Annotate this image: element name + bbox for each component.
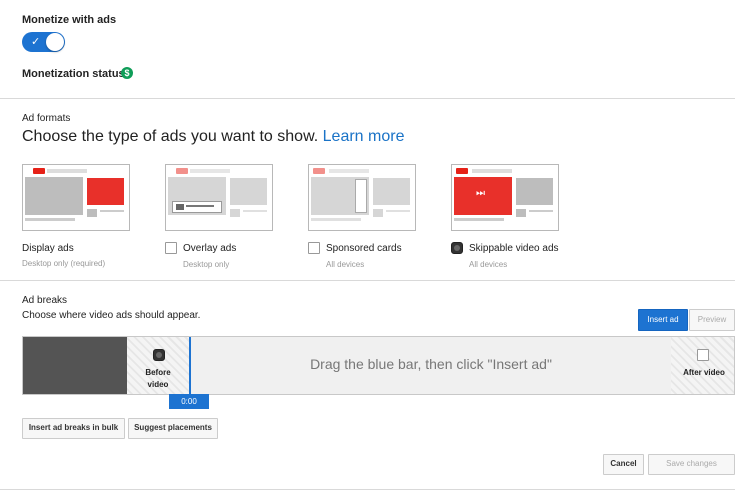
sponsored-cards-label: Sponsored cards bbox=[326, 243, 402, 254]
suggest-placements-button[interactable]: Suggest placements bbox=[128, 418, 218, 439]
save-changes-button[interactable]: Save changes bbox=[648, 454, 735, 475]
learn-more-link[interactable]: Learn more bbox=[323, 128, 405, 145]
youtube-logo bbox=[456, 168, 468, 174]
monetize-title: Monetize with ads bbox=[22, 14, 117, 26]
ad-breaks-label: Ad breaks bbox=[22, 295, 68, 306]
check-icon: ✓ bbox=[31, 36, 41, 48]
sponsored-cards-checkbox[interactable] bbox=[308, 242, 320, 254]
sponsored-cards-thumbnail[interactable] bbox=[308, 164, 416, 231]
youtube-logo bbox=[176, 168, 188, 174]
display-ad-block bbox=[87, 178, 124, 205]
playhead-time-badge[interactable]: 0:00 bbox=[169, 394, 209, 409]
after-video-label: After video bbox=[683, 368, 725, 377]
display-ads-sub: Desktop only (required) bbox=[22, 259, 106, 268]
overlay-ads-checkbox[interactable] bbox=[165, 242, 177, 254]
before-video-label: Before video bbox=[145, 368, 171, 389]
skip-forward-icon: ⏭ bbox=[476, 188, 485, 199]
toggle-knob bbox=[46, 33, 64, 51]
skippable-video-ads-sub: All devices bbox=[469, 260, 508, 269]
pre-roll-block bbox=[23, 337, 127, 394]
drag-hint: Drag the blue bar, then click "Insert ad… bbox=[310, 356, 552, 372]
youtube-logo bbox=[33, 168, 45, 174]
after-video-slot[interactable] bbox=[671, 337, 734, 394]
overlay-ads-thumbnail[interactable] bbox=[165, 164, 273, 231]
dollar-icon: $ bbox=[121, 67, 133, 79]
after-video-checkbox[interactable] bbox=[697, 349, 709, 361]
monetize-toggle[interactable]: ✓ bbox=[22, 32, 65, 52]
skippable-video-ads-label: Skippable video ads bbox=[469, 243, 559, 254]
before-video-checkbox[interactable] bbox=[153, 349, 165, 361]
divider bbox=[0, 280, 735, 281]
skippable-video-ads-thumbnail[interactable]: ⏭ bbox=[451, 164, 559, 231]
skippable-video-ads-checkbox[interactable] bbox=[451, 242, 463, 254]
divider bbox=[0, 98, 735, 99]
ad-formats-label: Ad formats bbox=[22, 113, 71, 124]
sponsored-cards-sub: All devices bbox=[326, 260, 365, 269]
ad-formats-heading: Choose the type of ads you want to show.… bbox=[22, 128, 404, 146]
sponsored-card-block bbox=[355, 179, 367, 213]
insert-ad-button[interactable]: Insert ad bbox=[638, 309, 688, 331]
display-ads-label: Display ads bbox=[22, 243, 74, 254]
monetization-status-label: Monetization status: bbox=[22, 68, 129, 80]
overlay-ads-sub: Desktop only bbox=[183, 260, 230, 269]
overlay-ads-label: Overlay ads bbox=[183, 243, 237, 254]
youtube-logo bbox=[313, 168, 325, 174]
cancel-button[interactable]: Cancel bbox=[603, 454, 644, 475]
ad-break-timeline[interactable]: Before video Drag the blue bar, then cli… bbox=[22, 336, 735, 395]
insert-ad-breaks-bulk-button[interactable]: Insert ad breaks in bulk bbox=[22, 418, 125, 439]
display-ads-thumbnail[interactable] bbox=[22, 164, 130, 231]
preview-button[interactable]: Preview bbox=[689, 309, 735, 331]
ad-breaks-description: Choose where video ads should appear. bbox=[22, 310, 201, 321]
heading-text: Choose the type of ads you want to show. bbox=[22, 128, 319, 145]
